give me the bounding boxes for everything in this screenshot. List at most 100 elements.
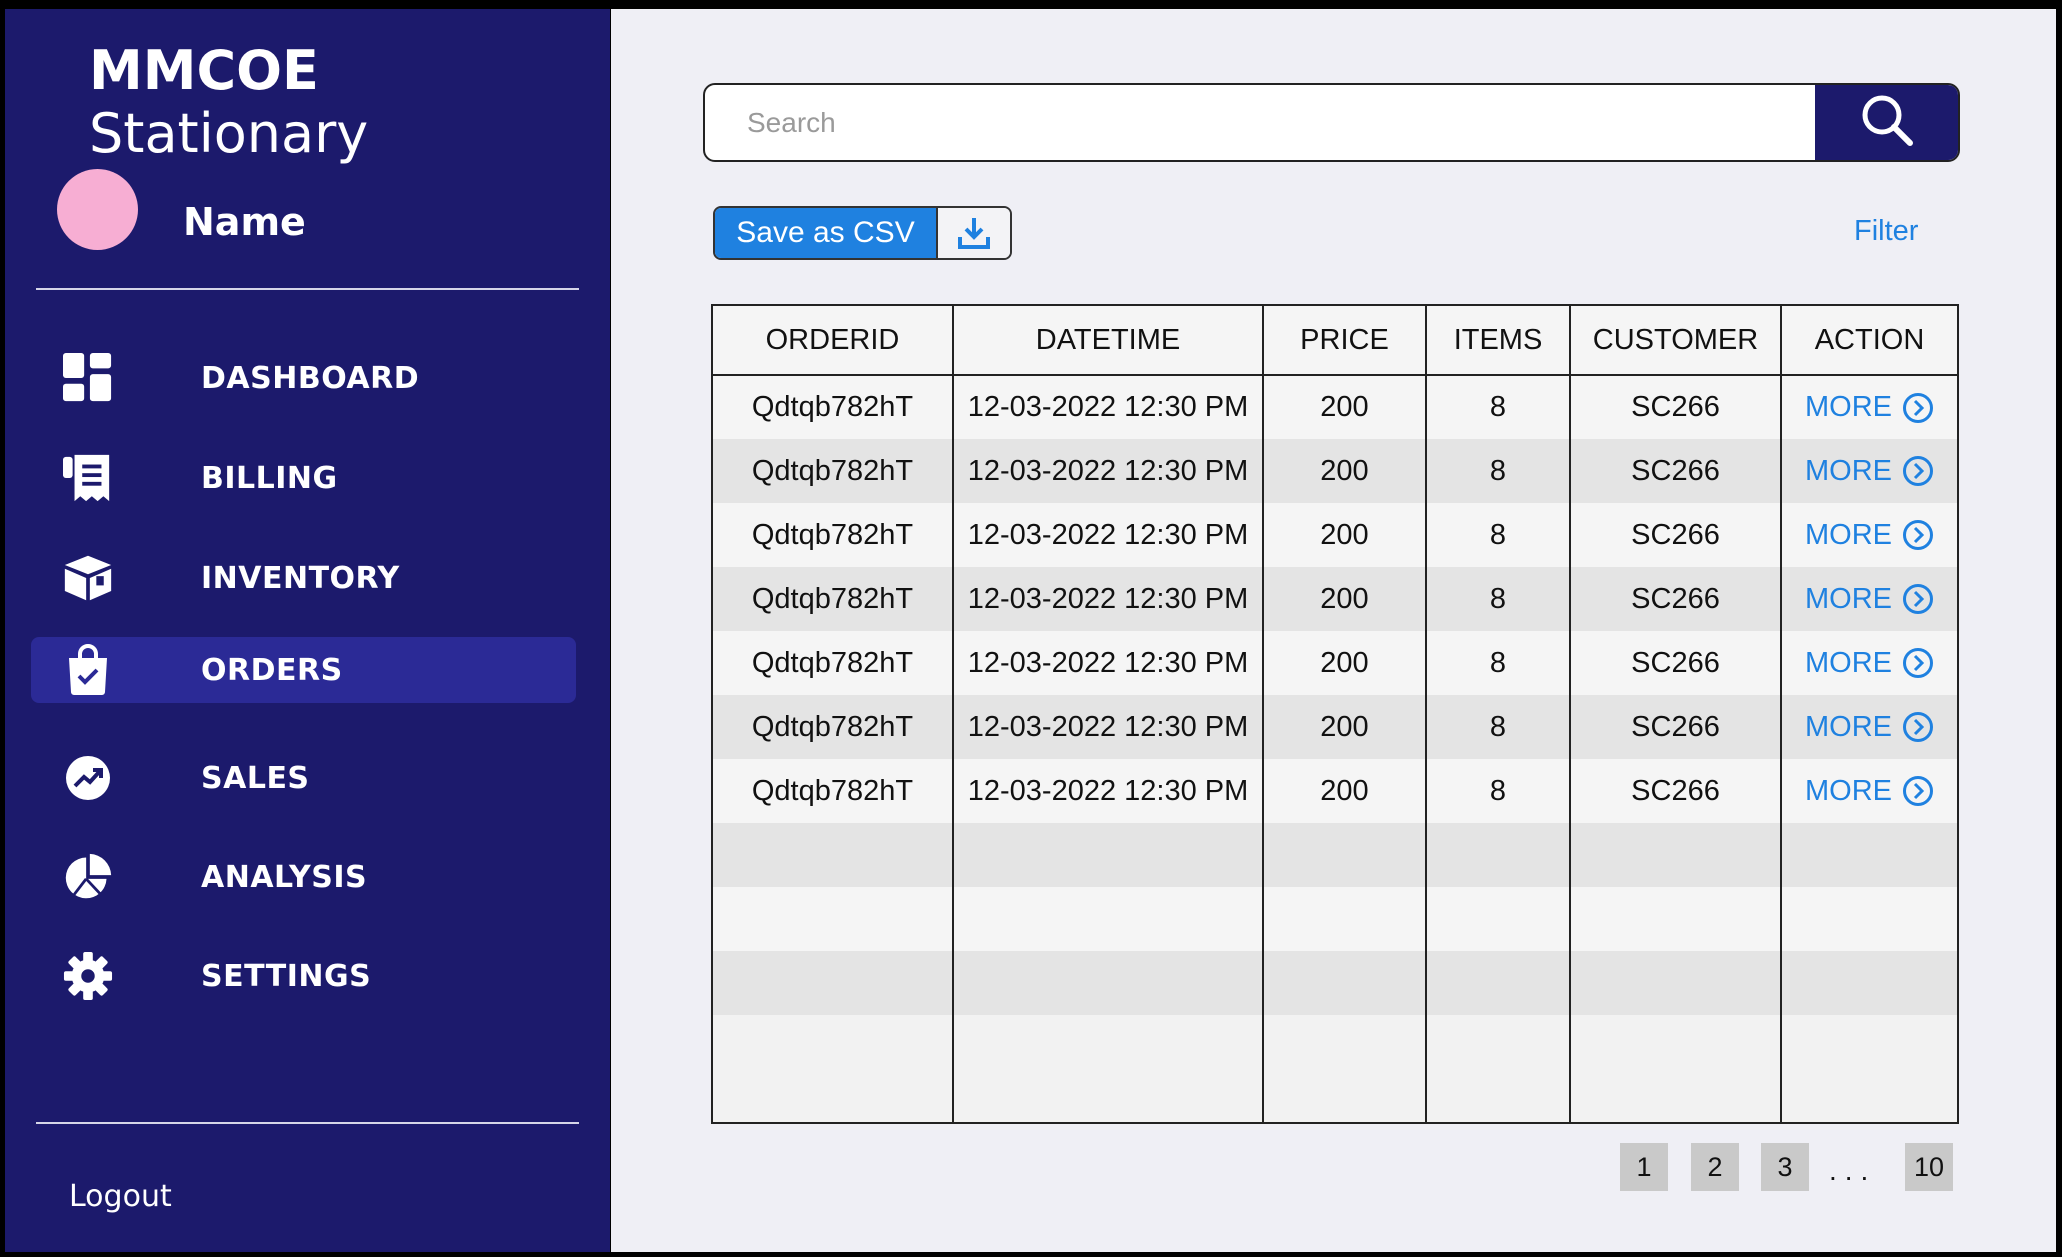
- column-header-customer[interactable]: CUSTOMER: [1569, 306, 1781, 376]
- sidebar-item-orders[interactable]: ORDERS: [31, 637, 576, 703]
- empty-table-row: [713, 1015, 1957, 1122]
- page-button-2[interactable]: 2: [1691, 1143, 1739, 1191]
- empty-cell: [713, 823, 953, 887]
- empty-cell: [1262, 1015, 1426, 1122]
- app-frame: MMCOE Stationary Name DASHBOARD BILLING …: [0, 0, 2062, 1257]
- filter-button[interactable]: Filter: [1854, 215, 1918, 248]
- cell-customer: SC266: [1569, 695, 1781, 759]
- more-link[interactable]: MORE: [1805, 711, 1934, 744]
- cell-action: MORE: [1780, 439, 1957, 503]
- cell-items: 8: [1425, 375, 1570, 439]
- chevron-right-circle-icon: [1902, 519, 1934, 551]
- empty-cell: [713, 951, 953, 1015]
- table-row: Qdtqb782hT 12-03-2022 12:30 PM 200 8 SC266 MO…: [713, 439, 1957, 503]
- more-label: MORE: [1805, 774, 1892, 807]
- column-header-items[interactable]: ITEMS: [1425, 306, 1570, 376]
- sidebar-item-label: SETTINGS: [201, 958, 372, 994]
- avatar[interactable]: [57, 169, 138, 250]
- save-csv-label: Save as CSV: [715, 208, 936, 258]
- cell-items: 8: [1425, 567, 1570, 631]
- cell-datetime: 12-03-2022 12:30 PM: [952, 567, 1263, 631]
- cell-price: 200: [1262, 631, 1426, 695]
- sidebar-divider-top: [36, 288, 579, 290]
- pie-chart-icon: [63, 852, 113, 902]
- cell-price: 200: [1262, 503, 1426, 567]
- sidebar-item-sales[interactable]: SALES: [31, 745, 576, 811]
- chevron-right-circle-icon: [1902, 583, 1934, 615]
- cell-price: 200: [1262, 439, 1426, 503]
- cell-action: MORE: [1780, 695, 1957, 759]
- cell-orderid: Qdtqb782hT: [713, 567, 953, 631]
- chevron-right-circle-icon: [1902, 775, 1934, 807]
- empty-cell: [1569, 887, 1781, 951]
- sidebar-item-analysis[interactable]: ANALYSIS: [31, 844, 576, 910]
- cell-customer: SC266: [1569, 375, 1781, 439]
- empty-cell: [1425, 951, 1570, 1015]
- empty-cell: [1780, 951, 1957, 1015]
- more-link[interactable]: MORE: [1805, 455, 1934, 488]
- empty-cell: [952, 951, 1263, 1015]
- empty-cell: [1425, 887, 1570, 951]
- sidebar-item-label: ORDERS: [201, 652, 343, 688]
- cell-action: MORE: [1780, 375, 1957, 439]
- pagination-ellipsis: ...: [1829, 1155, 1877, 1186]
- page-button-10[interactable]: 10: [1905, 1143, 1953, 1191]
- sidebar-item-dashboard[interactable]: DASHBOARD: [31, 345, 576, 411]
- column-header-datetime[interactable]: DATETIME: [952, 306, 1263, 376]
- receipt-icon: [63, 453, 113, 503]
- cell-items: 8: [1425, 503, 1570, 567]
- cell-items: 8: [1425, 439, 1570, 503]
- empty-cell: [1425, 823, 1570, 887]
- more-link[interactable]: MORE: [1805, 583, 1934, 616]
- page-button-3[interactable]: 3: [1761, 1143, 1809, 1191]
- table-header-row: ORDERID DATETIME PRICE ITEMS CUSTOMER AC…: [713, 306, 1957, 376]
- sidebar-item-inventory[interactable]: INVENTORY: [31, 545, 576, 611]
- chevron-right-circle-icon: [1902, 711, 1934, 743]
- chevron-right-circle-icon: [1902, 455, 1934, 487]
- cell-customer: SC266: [1569, 503, 1781, 567]
- empty-cell: [952, 887, 1263, 951]
- table-row: Qdtqb782hT 12-03-2022 12:30 PM 200 8 SC266 MO…: [713, 631, 1957, 695]
- column-header-action[interactable]: ACTION: [1780, 306, 1957, 376]
- cell-datetime: 12-03-2022 12:30 PM: [952, 695, 1263, 759]
- dashboard-icon: [63, 353, 113, 403]
- cell-orderid: Qdtqb782hT: [713, 631, 953, 695]
- empty-cell: [713, 1015, 953, 1122]
- search-button[interactable]: [1815, 85, 1958, 160]
- table-row: Qdtqb782hT 12-03-2022 12:30 PM 200 8 SC266 MO…: [713, 503, 1957, 567]
- page-button-1[interactable]: 1: [1620, 1143, 1668, 1191]
- more-label: MORE: [1805, 454, 1892, 487]
- empty-cell: [1780, 887, 1957, 951]
- cell-orderid: Qdtqb782hT: [713, 503, 953, 567]
- more-link[interactable]: MORE: [1805, 647, 1934, 680]
- cell-action: MORE: [1780, 759, 1957, 823]
- sidebar: MMCOE Stationary Name DASHBOARD BILLING …: [5, 9, 610, 1252]
- empty-cell: [1780, 823, 1957, 887]
- more-link[interactable]: MORE: [1805, 519, 1934, 552]
- save-csv-button[interactable]: Save as CSV: [713, 206, 1012, 260]
- table-row: Qdtqb782hT 12-03-2022 12:30 PM 200 8 SC266 MO…: [713, 759, 1957, 823]
- column-header-price[interactable]: PRICE: [1262, 306, 1426, 376]
- chevron-right-circle-icon: [1902, 647, 1934, 679]
- cell-action: MORE: [1780, 503, 1957, 567]
- cell-customer: SC266: [1569, 759, 1781, 823]
- cell-customer: SC266: [1569, 631, 1781, 695]
- cell-action: MORE: [1780, 631, 1957, 695]
- empty-cell: [1780, 1015, 1957, 1122]
- column-header-orderid[interactable]: ORDERID: [713, 306, 953, 376]
- search-input[interactable]: [705, 85, 1817, 160]
- sidebar-item-billing[interactable]: BILLING: [31, 445, 576, 511]
- orders-table: ORDERID DATETIME PRICE ITEMS CUSTOMER AC…: [711, 304, 1959, 1124]
- sidebar-item-settings[interactable]: SETTINGS: [31, 943, 576, 1009]
- logout-button[interactable]: Logout: [69, 1179, 172, 1214]
- empty-table-row: [713, 951, 1957, 1015]
- sidebar-item-label: BILLING: [201, 460, 338, 496]
- empty-cell: [1262, 951, 1426, 1015]
- search-icon: [1859, 92, 1915, 153]
- more-link[interactable]: MORE: [1805, 775, 1934, 808]
- more-link[interactable]: MORE: [1805, 391, 1934, 424]
- cell-datetime: 12-03-2022 12:30 PM: [952, 759, 1263, 823]
- cell-datetime: 12-03-2022 12:30 PM: [952, 631, 1263, 695]
- table-row: Qdtqb782hT 12-03-2022 12:30 PM 200 8 SC266 MO…: [713, 695, 1957, 759]
- cell-price: 200: [1262, 567, 1426, 631]
